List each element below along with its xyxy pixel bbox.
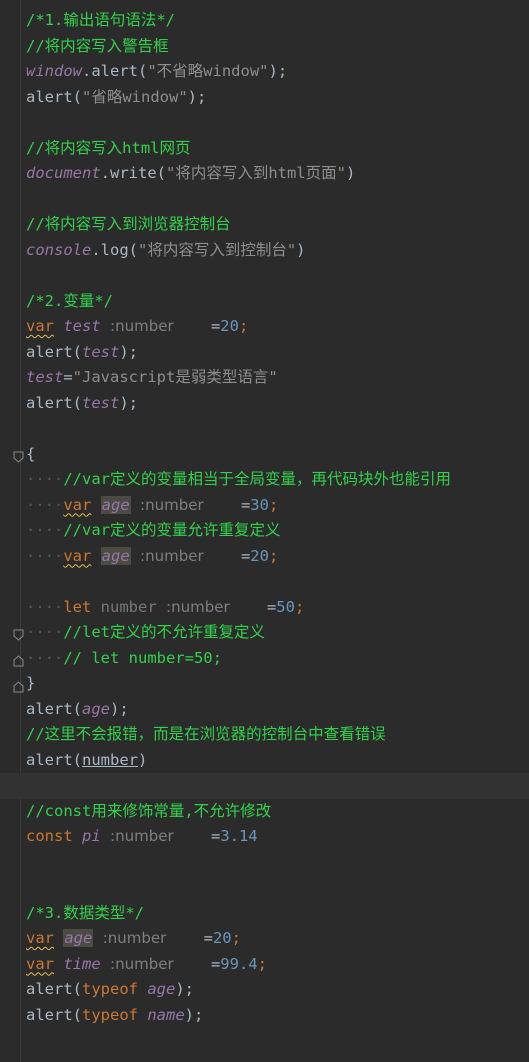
code-line: /*3.数据类型*/ (26, 903, 144, 922)
code-line: //这里不会报错，而是在浏览器的控制台中查看错误 (26, 725, 386, 743)
code-line: var test :number =20; (26, 317, 249, 335)
code-editor[interactable]: /*1.输出语句语法*/ //将内容写入警告框 window.alert("不省… (0, 8, 529, 1028)
code-line: console.log("将内容写入到控制台") (26, 240, 306, 259)
code-line: ····//var定义的变量相当于全局变量，再代码块外也能引用 (26, 470, 451, 488)
type-hint: :number (140, 546, 204, 565)
code-line: var age :number =20; (26, 929, 241, 947)
code-line: } (26, 674, 36, 692)
code-line: //将内容写入html网页 (26, 138, 191, 157)
type-hint: :number (140, 495, 204, 514)
code-line: alert(test); (26, 393, 138, 412)
code-line: alert(age); (26, 699, 129, 718)
code-line: alert(number) (26, 750, 148, 769)
code-line: ····var age :number =30; (26, 495, 279, 514)
code-line: test="Javascript是弱类型语言" (26, 368, 278, 386)
code-line: ····//var定义的变量允许重复定义 (26, 521, 281, 539)
code-line: ····let number :number =50; (26, 597, 305, 616)
code-line: alert(typeof name); (26, 1005, 204, 1024)
type-hint: :number (110, 317, 174, 335)
type-hint: :number (110, 954, 174, 973)
fold-expand-icon[interactable] (13, 681, 24, 693)
code-line: { (26, 444, 36, 463)
editor-gutter (0, 0, 20, 1062)
code-line: //将内容写入警告框 (26, 36, 169, 55)
gutter-divider (20, 0, 21, 1062)
code-line: window.alert("不省略window"); (26, 62, 288, 80)
current-line[interactable] (0, 773, 529, 799)
code-line: ····var age :number =20; (26, 546, 279, 565)
code-line: ····//let定义的不允许重复定义 (26, 623, 265, 641)
code-line: const pi :number =3.14 (26, 827, 258, 845)
code-line: ····// let number=50; (26, 648, 222, 667)
code-line: //const用来修饰常量,不允许修改 (26, 801, 272, 820)
fold-collapse-icon[interactable] (13, 451, 24, 463)
fold-expand-icon[interactable] (13, 655, 24, 667)
code-line: /*1.输出语句语法*/ (26, 11, 175, 29)
type-hint: :number (110, 827, 174, 845)
code-line: var time :number =99.4; (26, 954, 267, 973)
code-line: alert(typeof age); (26, 980, 195, 998)
type-hint: :number (102, 929, 167, 947)
code-line: /*2.变量*/ (26, 291, 113, 310)
code-line: alert(test); (26, 342, 138, 361)
fold-collapse-icon[interactable] (13, 629, 24, 641)
code-line: alert("省略window"); (26, 87, 207, 106)
code-line: //将内容写入到浏览器控制台 (26, 215, 231, 233)
type-hint: :number (166, 597, 230, 616)
code-line: document.write("将内容写入到html页面") (26, 164, 356, 182)
